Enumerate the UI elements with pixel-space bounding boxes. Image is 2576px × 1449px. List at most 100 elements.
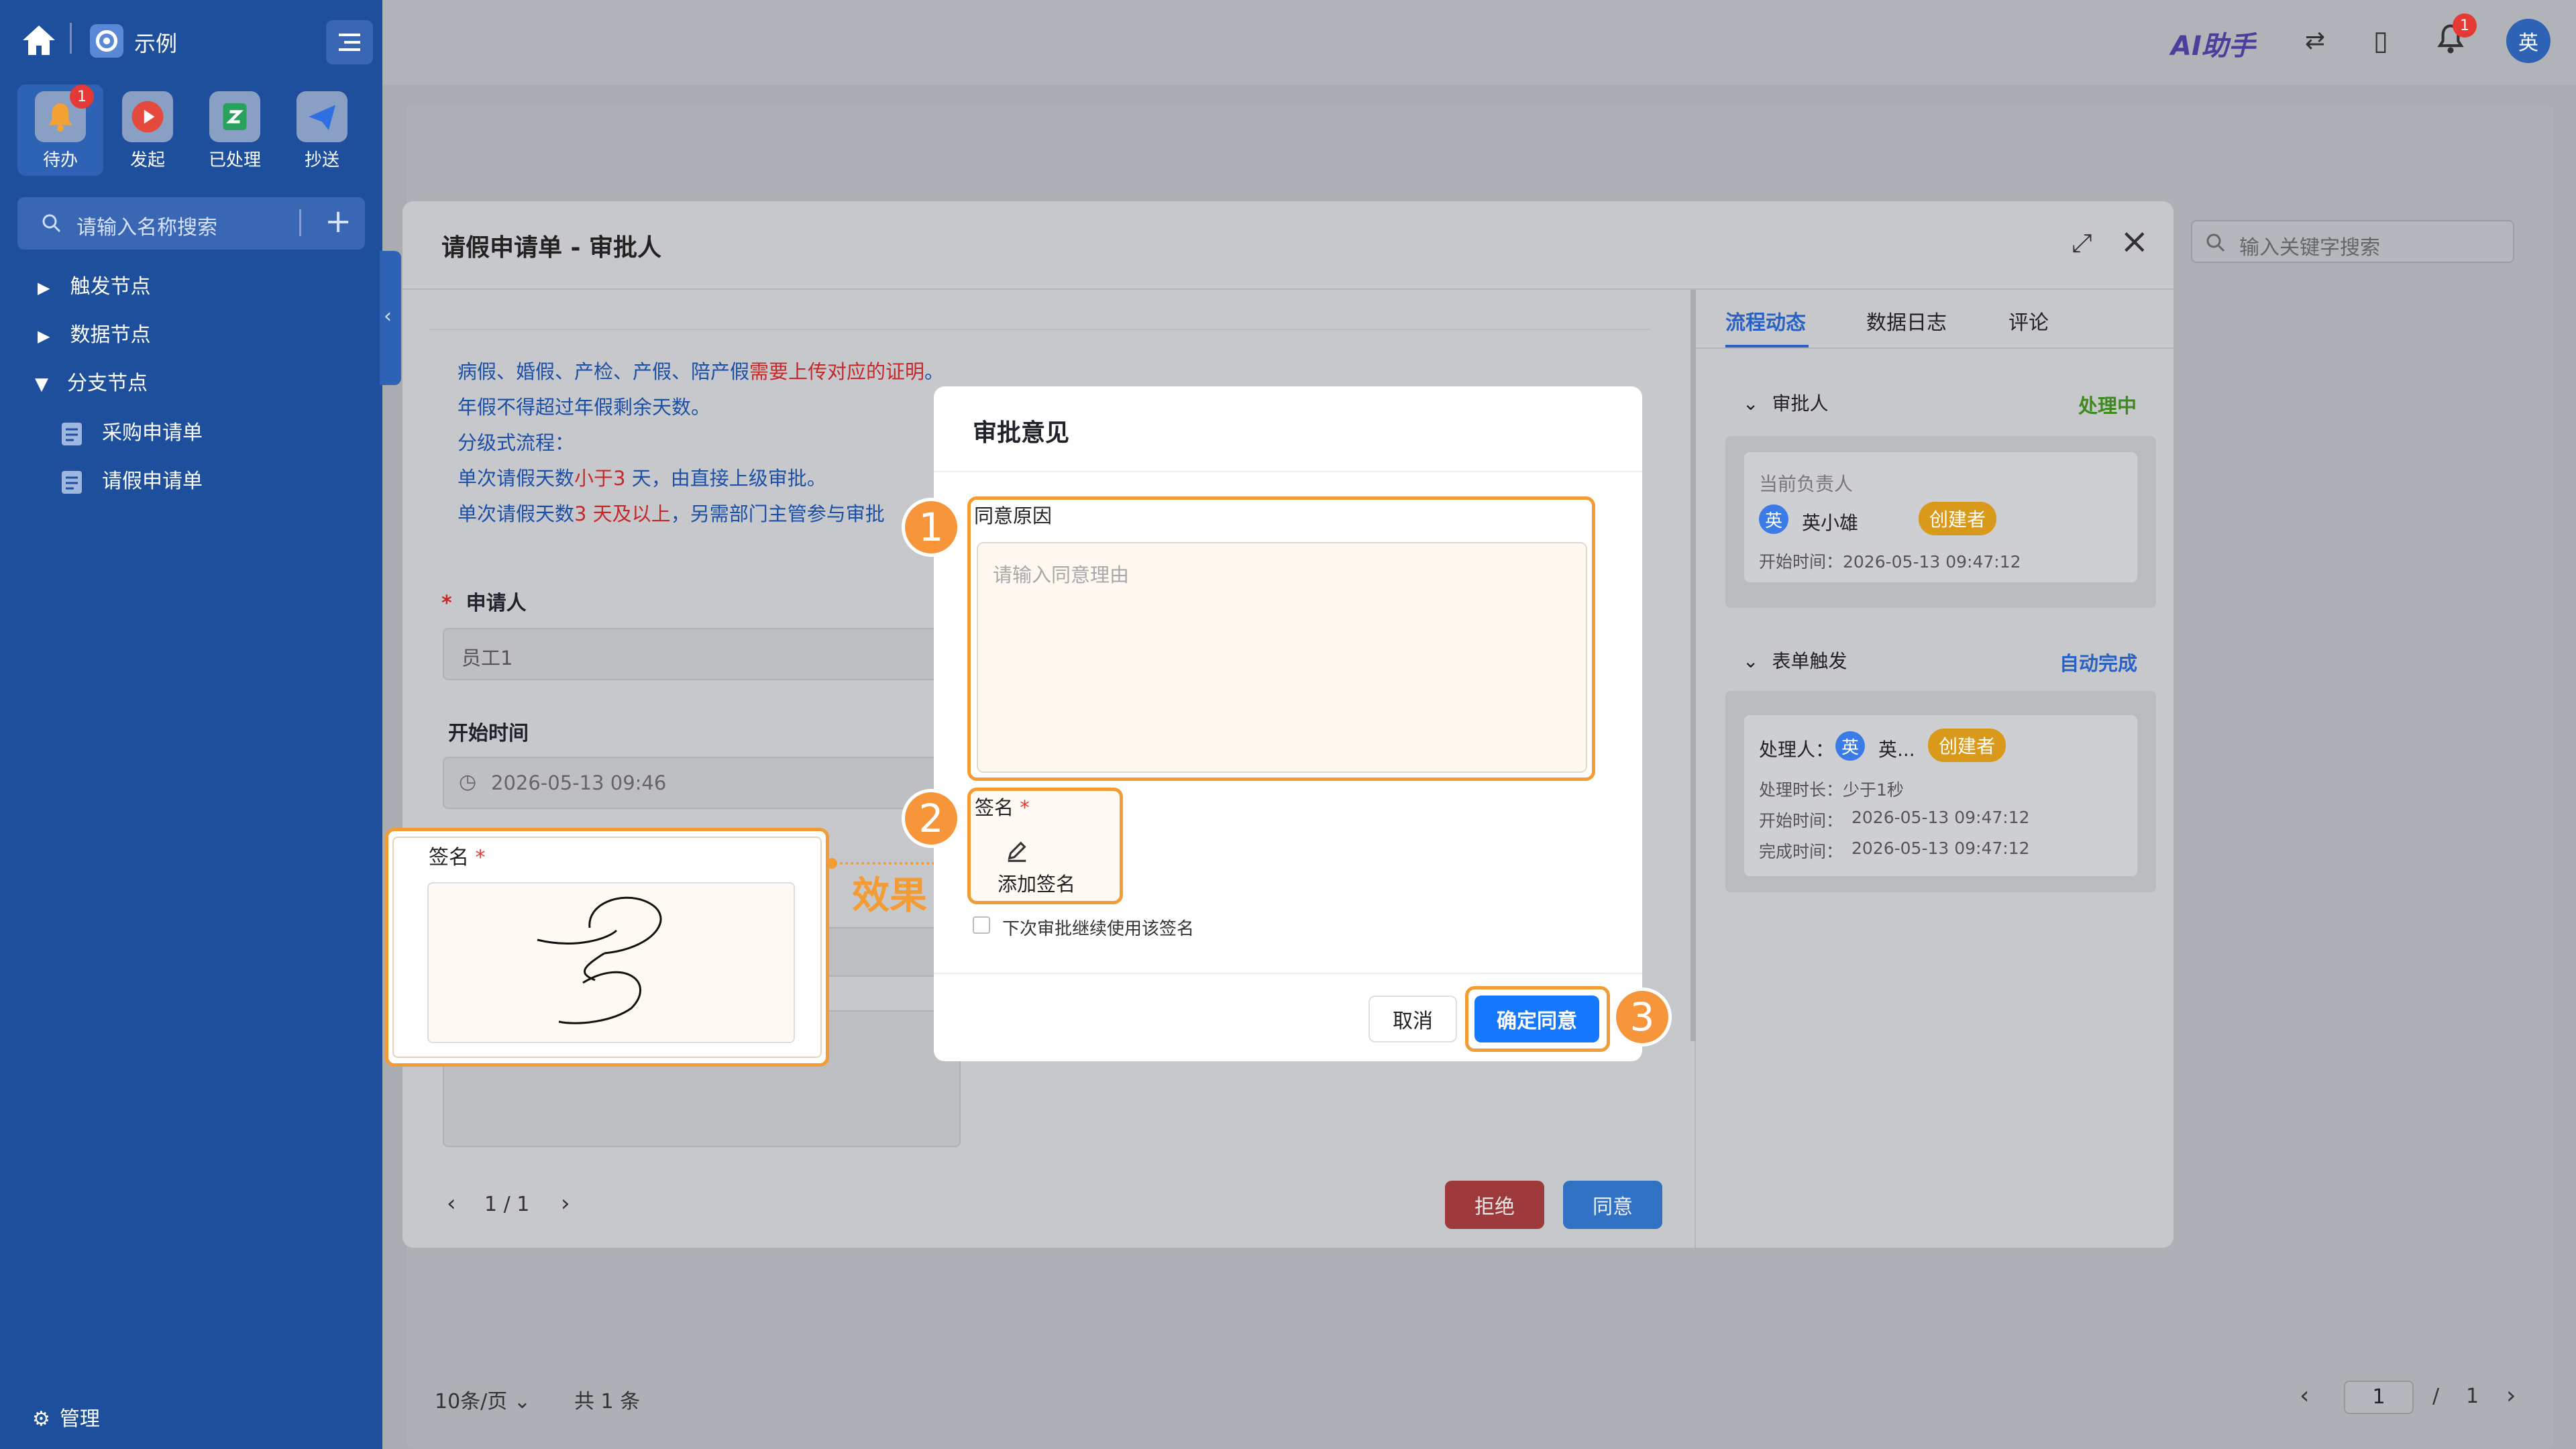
cancel-button[interactable]: 取消 bbox=[1368, 996, 1457, 1042]
sidebar: 示例 1 待办 发起 已处理 抄送 请输入名称搜索 + ▶ 触发节点 ▶ 数据节点 … bbox=[0, 0, 382, 1449]
sidebar-search-input[interactable]: 请输入名称搜索 bbox=[76, 211, 217, 240]
book-icon[interactable]: ▯ bbox=[2373, 25, 2388, 56]
owner-name: 英小雄 bbox=[1802, 512, 1859, 534]
fullscreen-icon[interactable]: ⤢ bbox=[2072, 228, 2092, 258]
prev-icon[interactable]: ‹ bbox=[447, 1190, 456, 1217]
sidebar-search[interactable]: 请输入名称搜索 + bbox=[17, 197, 365, 250]
done-icon bbox=[209, 91, 260, 142]
tab-flow[interactable]: 流程动态 bbox=[1725, 306, 1806, 335]
dialog-title: 审批意见 bbox=[973, 419, 1070, 447]
notice-line5b: 3 bbox=[574, 502, 587, 525]
notice-text: 病假、婚假、产检、产假、陪产假需要上传对应的证明。 年假不得超过年假剩余天数。 … bbox=[458, 354, 944, 532]
tab-data-log[interactable]: 数据日志 bbox=[1866, 306, 1947, 335]
tree-item-data[interactable]: ▶ 数据节点 bbox=[38, 318, 150, 347]
approval-dialog: 审批意见 同意原因 请输入同意理由 签名 * 添加签名 下次审批继续使用该签名 … bbox=[934, 386, 1642, 1061]
node-approver-title: 审批人 bbox=[1772, 392, 1829, 415]
divider bbox=[429, 329, 1650, 330]
caret-down-icon: ▼ bbox=[35, 374, 48, 394]
step-badge-2: 2 bbox=[902, 789, 961, 848]
applicant-label: * 申请人 bbox=[441, 592, 527, 615]
notice-line4c: 3 bbox=[613, 467, 626, 490]
sign-label: 签名 * bbox=[975, 796, 1030, 819]
divider bbox=[299, 209, 301, 236]
translate-icon[interactable]: ⇄ bbox=[2305, 27, 2325, 54]
page-size-select[interactable]: 10条/页 ⌄ bbox=[435, 1385, 531, 1414]
app-name: 示例 bbox=[134, 31, 178, 56]
tree-item-purchase[interactable]: 采购申请单 bbox=[60, 416, 203, 447]
add-signature-button[interactable]: 添加签名 bbox=[998, 869, 1075, 897]
notice-line4b: 小于 bbox=[574, 467, 614, 490]
notice-line3: 分级式流程： bbox=[458, 431, 575, 454]
notice-line4d: 天，由直接上级审批。 bbox=[625, 467, 826, 490]
signature-highlight[interactable]: 签名 * 添加签名 bbox=[967, 788, 1123, 904]
tree-item-trigger[interactable]: ▶ 触发节点 bbox=[38, 270, 150, 299]
prev-page-icon[interactable]: ‹ bbox=[2300, 1382, 2309, 1409]
approve-button[interactable]: 同意 bbox=[1563, 1181, 1662, 1229]
reject-button[interactable]: 拒绝 bbox=[1445, 1181, 1544, 1229]
node-approver-status: 处理中 bbox=[2078, 394, 2137, 417]
chevron-left-icon: ‹ bbox=[384, 305, 392, 328]
tree-item-label: 触发节点 bbox=[70, 275, 151, 299]
creator-chip: 创建者 bbox=[1928, 729, 2006, 762]
bg-search-placeholder: 输入关键字搜索 bbox=[2239, 236, 2380, 260]
owner-box: 当前负责人 英 英小雄 创建者 开始时间：2026-05-13 09:47:12 bbox=[1744, 452, 2137, 582]
document-icon bbox=[62, 470, 82, 494]
todo-badge: 1 bbox=[70, 85, 94, 109]
start-time-field[interactable]: ◷ 2026-05-13 09:46 bbox=[443, 757, 966, 809]
next-icon[interactable]: › bbox=[561, 1190, 570, 1217]
divider bbox=[402, 288, 2174, 290]
confirm-approve-button[interactable]: 确定同意 bbox=[1474, 996, 1599, 1042]
scrollbar[interactable] bbox=[1690, 290, 1696, 1041]
node-trigger-header[interactable]: ⌄ 表单触发 bbox=[1743, 647, 1847, 674]
tree-item-label: 请假申请单 bbox=[102, 470, 203, 493]
divider bbox=[1696, 347, 2174, 349]
tab-comments[interactable]: 评论 bbox=[2008, 306, 2049, 335]
notification-bell[interactable]: 1 bbox=[2435, 13, 2477, 59]
sidebar-toggle[interactable]: ‹ bbox=[380, 251, 401, 385]
bg-search-input[interactable]: 输入关键字搜索 bbox=[2191, 220, 2514, 263]
search-icon bbox=[42, 214, 61, 233]
handler-avatar: 英 bbox=[1835, 731, 1865, 761]
home-icon[interactable] bbox=[20, 23, 58, 60]
handler-end-label: 完成时间： bbox=[1759, 842, 1843, 861]
node-approver-header[interactable]: ⌄ 审批人 bbox=[1743, 389, 1828, 416]
quick-todo[interactable]: 1 待办 bbox=[17, 85, 103, 176]
user-avatar[interactable]: 英 bbox=[2506, 19, 2551, 63]
quick-start[interactable]: 发起 bbox=[105, 85, 191, 176]
reuse-signature-checkbox[interactable] bbox=[973, 916, 990, 934]
close-icon[interactable]: × bbox=[2120, 221, 2149, 262]
handler-name: 英... bbox=[1878, 739, 1915, 761]
notice-line5a: 单次请假天数 bbox=[458, 502, 575, 525]
notice-line5c: 天及以上 bbox=[586, 502, 671, 525]
quick-start-label: 发起 bbox=[129, 150, 165, 170]
page-separator: / bbox=[2432, 1385, 2440, 1408]
handler-end-time: 2026-05-13 09:47:12 bbox=[1851, 839, 2030, 858]
reason-label: 同意原因 bbox=[974, 504, 1053, 527]
applicant-field[interactable]: 员工1 bbox=[443, 628, 966, 680]
page-input[interactable]: 1 bbox=[2344, 1381, 2414, 1414]
tree-item-label: 分支节点 bbox=[67, 372, 148, 395]
ai-assistant-button[interactable]: AI助手 bbox=[2171, 24, 2255, 63]
add-icon[interactable]: + bbox=[325, 203, 352, 240]
app-logo bbox=[90, 24, 123, 58]
clock-icon: ◷ bbox=[459, 770, 477, 794]
node-trigger-status: 自动完成 bbox=[2059, 652, 2138, 675]
start-time-label: 开始时间 bbox=[448, 722, 529, 745]
quick-done-label: 已处理 bbox=[208, 150, 261, 170]
next-page-icon[interactable]: › bbox=[2506, 1382, 2516, 1409]
tree-item-leave[interactable]: 请假申请单 bbox=[60, 464, 203, 495]
manage-link[interactable]: ⚙ 管理 bbox=[32, 1402, 100, 1432]
quick-done[interactable]: 已处理 bbox=[192, 85, 278, 176]
owner-start-time: 开始时间：2026-05-13 09:47:12 bbox=[1759, 552, 2021, 572]
page-size-label: 10条/页 bbox=[435, 1390, 508, 1413]
reason-textarea[interactable]: 请输入同意理由 bbox=[977, 542, 1587, 773]
tree-item-branch[interactable]: ▼ 分支节点 bbox=[35, 366, 148, 396]
gear-icon: ⚙ bbox=[32, 1407, 50, 1431]
divider bbox=[70, 23, 72, 54]
node-trigger-card: 处理人： 英 英... 创建者 处理时长：少于1秒 开始时间： 2026-05-… bbox=[1725, 691, 2156, 892]
form-modal-title: 请假申请单 - 审批人 bbox=[441, 234, 662, 262]
node-approver-card: 当前负责人 英 英小雄 创建者 开始时间：2026-05-13 09:47:12 bbox=[1725, 436, 2156, 608]
collapse-menu-button[interactable] bbox=[326, 20, 373, 64]
caret-right-icon: ▶ bbox=[38, 278, 50, 297]
quick-cc[interactable]: 抄送 bbox=[279, 85, 365, 176]
